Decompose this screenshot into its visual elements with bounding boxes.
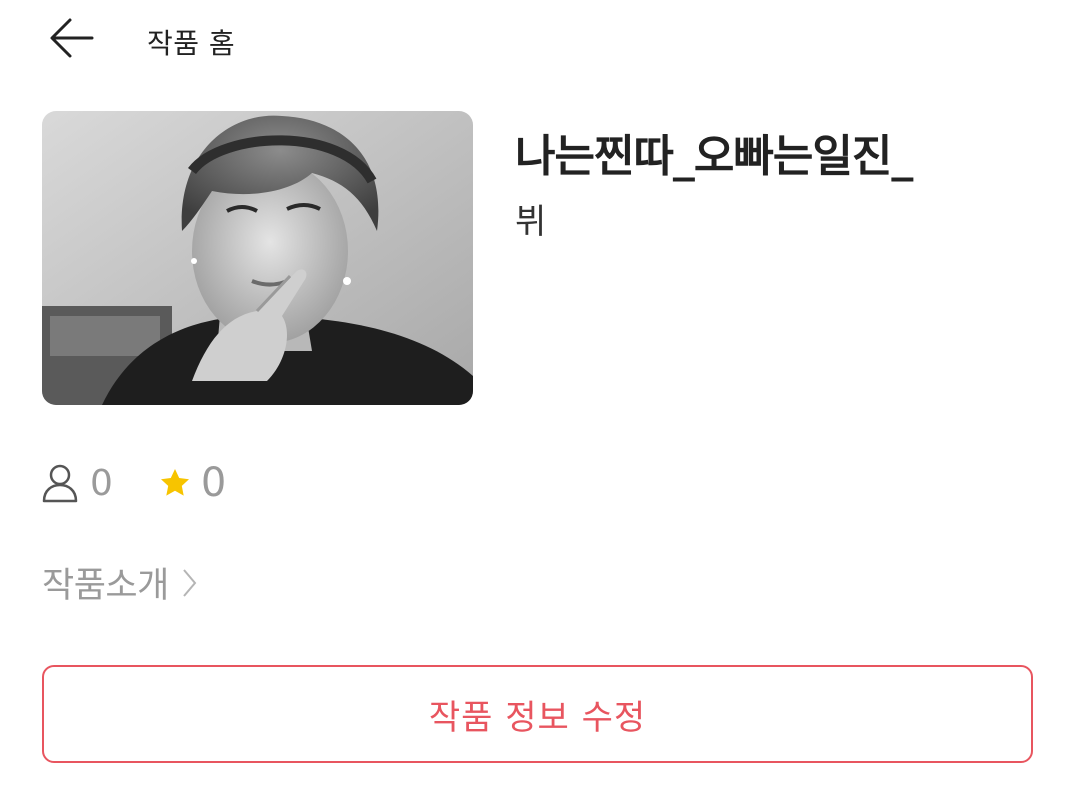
- edit-work-info-button[interactable]: 작품 정보 수정: [42, 665, 1033, 763]
- work-intro-link[interactable]: 작품소개: [42, 557, 199, 608]
- stars-stat: 0: [159, 460, 226, 506]
- readers-stat: 0: [42, 463, 113, 504]
- work-home-page: 작품 홈 나는찐따_오빠는일진_ 뷔 0 0 작품소개 작품 정보 수정: [0, 0, 1080, 810]
- top-bar: 작품 홈: [0, 0, 1080, 80]
- work-stats: 0 0: [42, 455, 226, 511]
- person-icon: [42, 464, 78, 503]
- arrow-left-icon: [50, 18, 94, 58]
- back-button[interactable]: [44, 12, 100, 64]
- work-title: 나는찐따_오빠는일진_: [515, 131, 913, 182]
- stars-count: 0: [200, 460, 227, 506]
- readers-count: 0: [90, 462, 113, 504]
- work-cover-image[interactable]: [42, 111, 473, 405]
- author-name[interactable]: 뷔: [515, 194, 546, 243]
- intro-label: 작품소개: [42, 566, 169, 606]
- edit-work-info-label: 작품 정보 수정: [428, 697, 647, 738]
- chevron-right-icon: [183, 568, 197, 597]
- star-icon: [160, 469, 189, 496]
- page-title: 작품 홈: [147, 27, 236, 60]
